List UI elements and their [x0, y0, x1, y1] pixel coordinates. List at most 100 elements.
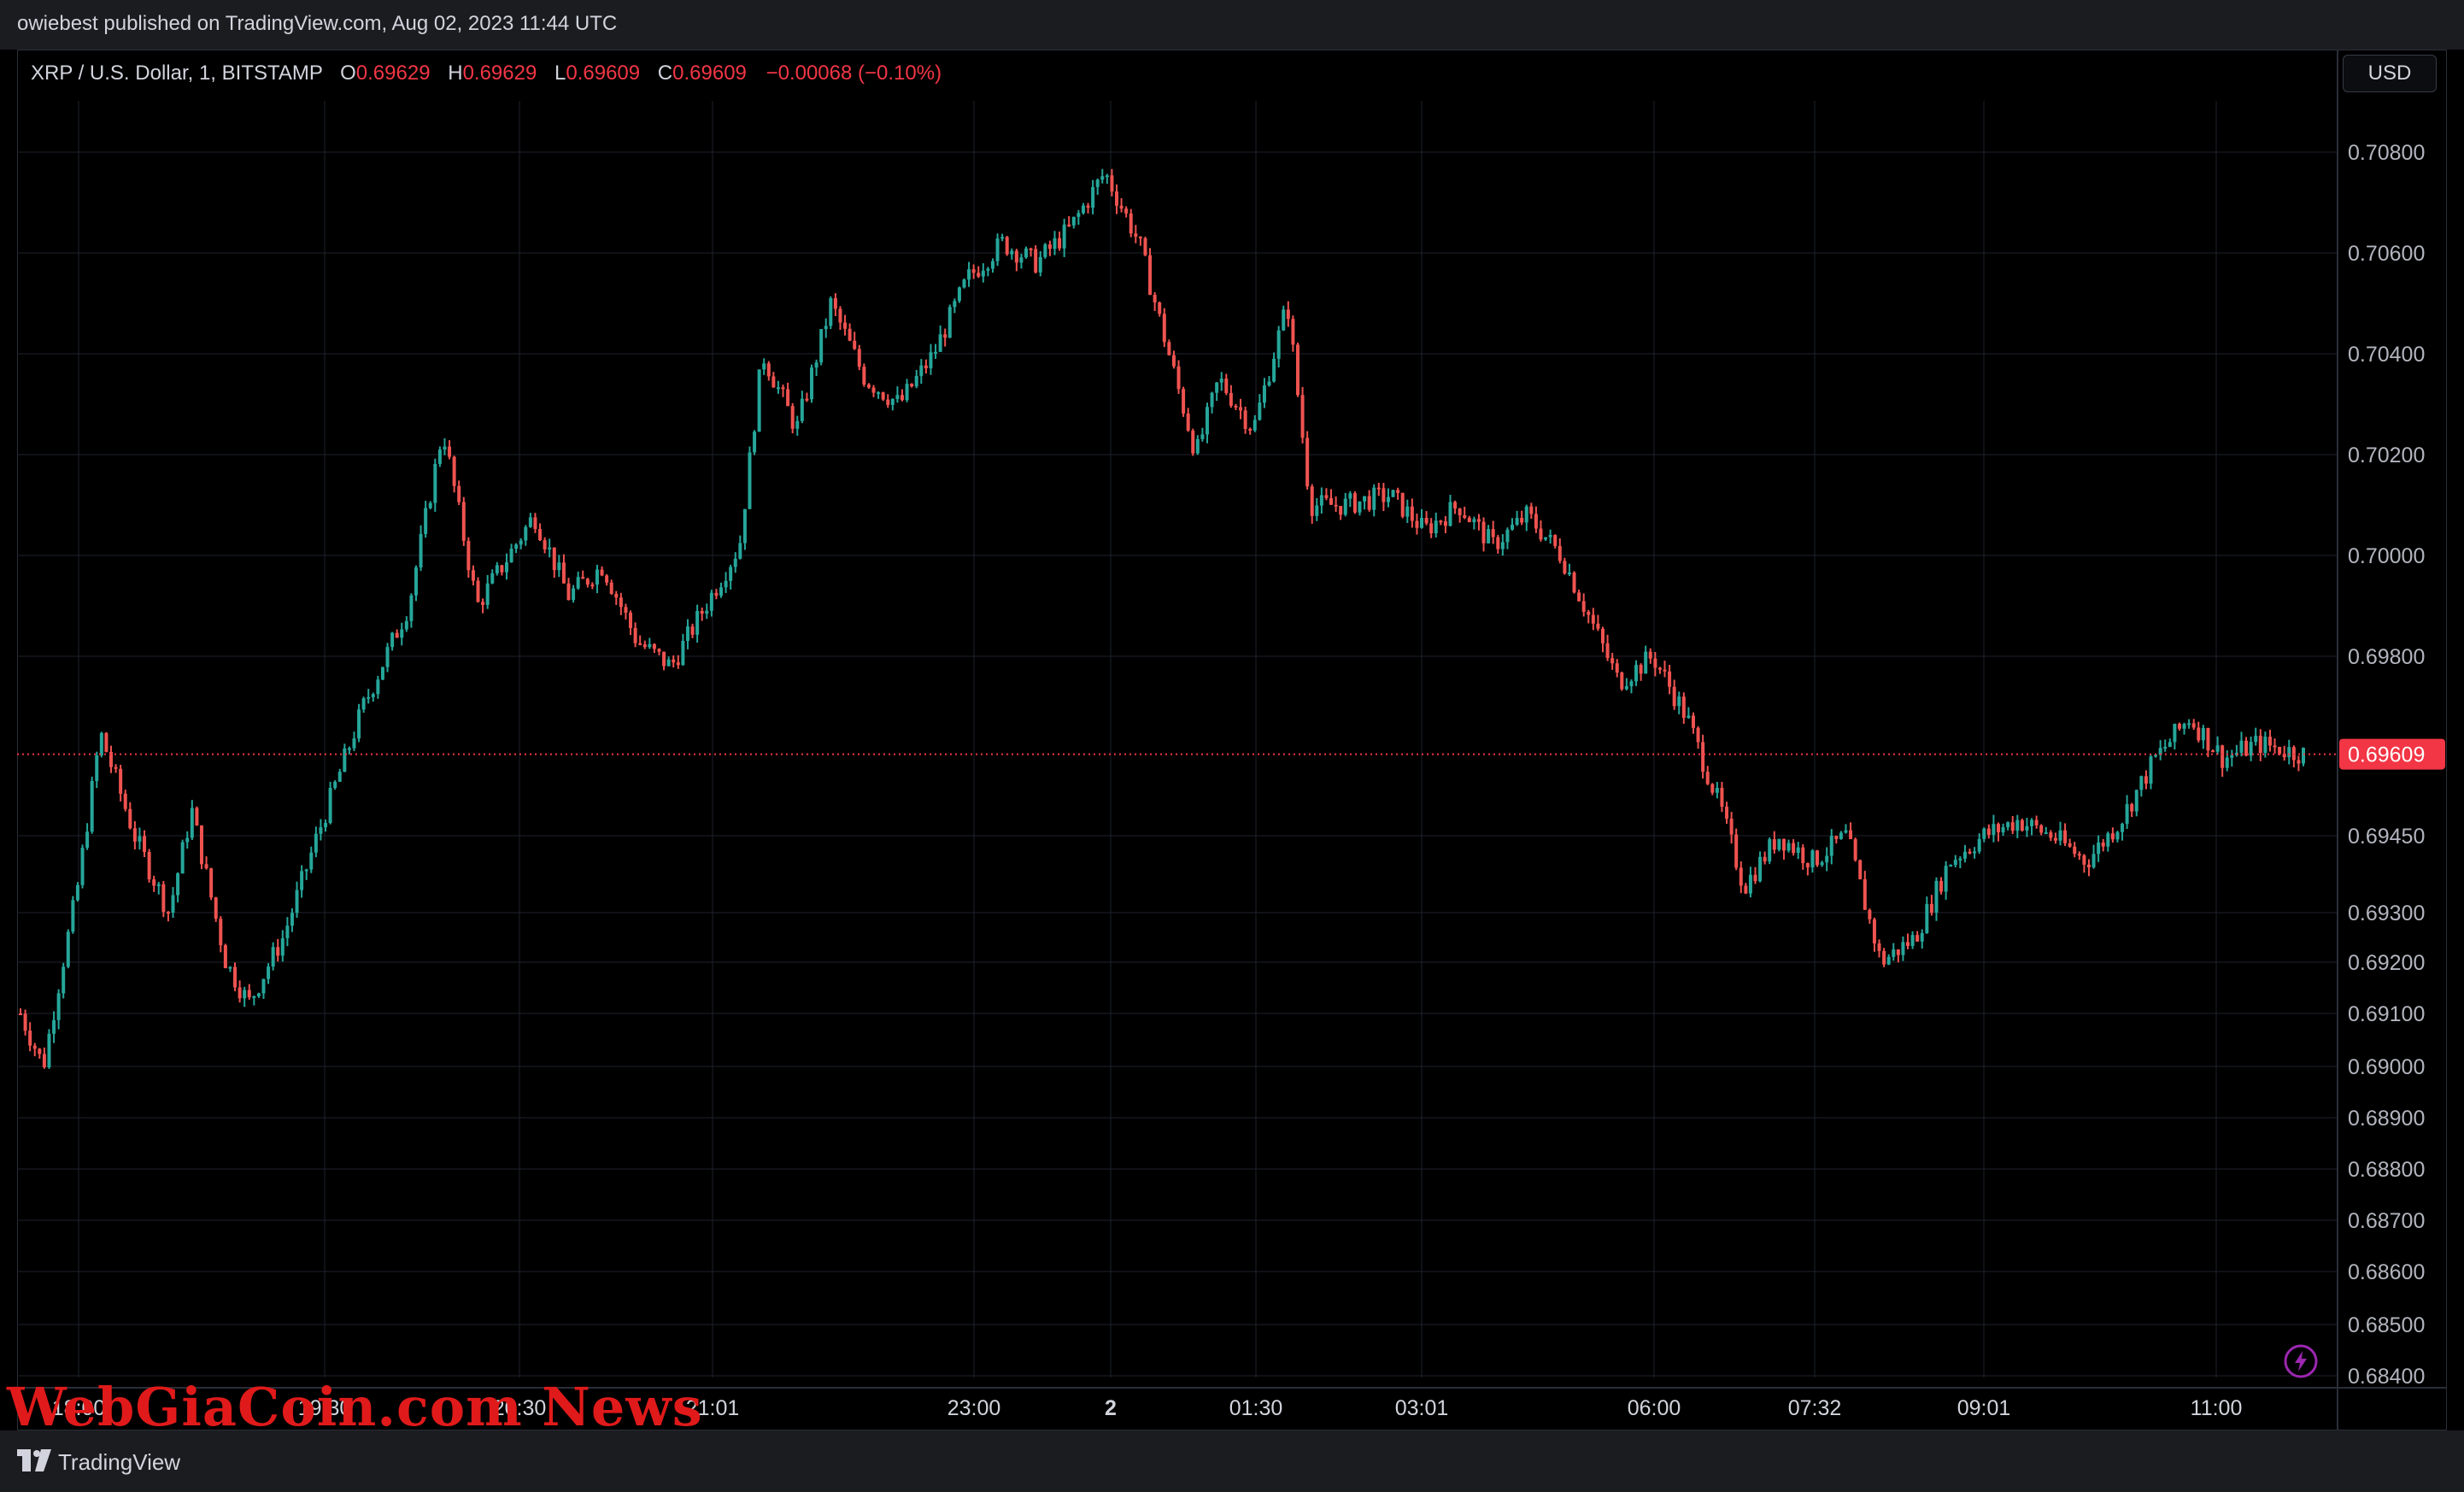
candle-body	[156, 884, 161, 886]
candle-body	[2206, 727, 2210, 751]
candle-body	[256, 993, 261, 996]
candle-body	[609, 582, 613, 594]
candle-body	[1581, 601, 1586, 612]
candle-body	[1348, 493, 1352, 499]
candle-body	[2091, 854, 2096, 867]
candle-body	[1977, 838, 1981, 852]
candle-body	[1739, 867, 1743, 886]
candle-body	[2039, 825, 2044, 833]
candle-body	[228, 966, 232, 969]
price-chart[interactable]: 0.70800 0.70600 0.70400 0.70200 0.70000 0.698…	[17, 50, 2447, 1430]
candle-body	[1062, 224, 1066, 249]
tradingview-brand[interactable]: TradingView	[58, 1449, 180, 1476]
candle-body	[1115, 191, 1119, 206]
candle-body	[781, 387, 785, 390]
candle-body	[1734, 834, 1739, 868]
candle-body	[1324, 495, 1329, 498]
x-tick-label: 23:00	[947, 1396, 1001, 1420]
candle-body	[800, 398, 804, 421]
candle-body	[1014, 250, 1018, 263]
candle-body	[1863, 878, 1867, 910]
candle-body	[352, 738, 356, 749]
candle-body	[2010, 822, 2015, 831]
candle-body	[409, 595, 414, 621]
close-value: 0.69609	[672, 62, 747, 85]
candle-body	[1224, 379, 1229, 394]
candle-body	[1372, 487, 1376, 510]
candle-body	[1982, 828, 1986, 839]
candle-body	[1248, 428, 1253, 431]
lightning-icon[interactable]	[2283, 1343, 2319, 1379]
candle-body	[1400, 492, 1405, 517]
candle-body	[2144, 776, 2148, 784]
candle-body	[52, 1019, 56, 1034]
tradingview-logo-icon[interactable]	[17, 1449, 51, 1471]
candle-body	[1329, 497, 1334, 505]
candle-body	[376, 679, 380, 695]
candle-body	[185, 837, 190, 843]
candle-body	[1768, 839, 1772, 862]
candle-body	[1644, 651, 1648, 674]
candle-body	[1753, 874, 1757, 882]
candle-body	[2187, 723, 2191, 725]
candle-body	[2130, 804, 2134, 812]
candle-body	[2077, 854, 2081, 856]
candle-body	[138, 836, 142, 842]
candle-body	[437, 449, 442, 464]
low-value: 0.69609	[566, 62, 641, 85]
candle-body	[461, 502, 466, 541]
candle-body	[1544, 537, 1548, 540]
candle-body	[448, 446, 452, 457]
candle-body	[719, 587, 724, 596]
candle-body	[1596, 623, 1600, 629]
candle-body	[276, 947, 280, 956]
candle-body	[1205, 407, 1209, 435]
candle-body	[638, 643, 642, 645]
candle-body	[1162, 314, 1166, 343]
candle-body	[1077, 213, 1081, 217]
candle-body	[1715, 788, 1719, 793]
candle-body	[766, 363, 771, 377]
candle-body	[1839, 832, 1843, 839]
last-price-label: 0.69609	[2348, 743, 2425, 767]
candle-body	[414, 567, 418, 596]
candle-body	[962, 279, 966, 288]
candle-body	[1882, 950, 1886, 965]
candle-body	[28, 1031, 32, 1046]
candle-body	[452, 456, 456, 486]
candle-body	[1591, 614, 1595, 624]
currency-button[interactable]: USD	[2343, 55, 2437, 92]
x-tick-label: 09:01	[1957, 1396, 2011, 1420]
candle-body	[247, 990, 251, 998]
candle-body	[337, 772, 342, 782]
candle-body	[243, 990, 247, 999]
candle-body	[2258, 736, 2262, 754]
candle-body	[2058, 830, 2062, 841]
candle-body	[705, 610, 709, 614]
candle-body	[519, 540, 523, 545]
candle-body	[171, 895, 175, 913]
candle-body	[1605, 643, 1610, 659]
candle-body	[986, 268, 990, 271]
candle-body	[428, 502, 432, 508]
candle-body	[1801, 847, 1805, 864]
symbol-label[interactable]: XRP / U.S. Dollar, 1, BITSTAMP	[31, 62, 322, 85]
candle-body	[1358, 501, 1362, 513]
candle-body	[857, 349, 861, 367]
candle-body	[1243, 410, 1247, 429]
candle-body	[1600, 628, 1605, 643]
candle-body	[1434, 520, 1438, 534]
candle-body	[524, 526, 528, 541]
candle-body	[1200, 434, 1205, 439]
candle-body	[1262, 385, 1266, 403]
candle-body	[1134, 233, 1138, 237]
candle-body	[657, 649, 661, 652]
candle-body	[128, 808, 132, 829]
candle-body	[1929, 903, 1933, 913]
candle-body	[676, 662, 680, 666]
y-tick-label: 0.69200	[2348, 951, 2425, 975]
y-tick-label: 0.68600	[2348, 1260, 2425, 1284]
candle-body	[981, 270, 985, 277]
candle-body	[2139, 776, 2144, 790]
candle-body	[1853, 839, 1857, 861]
